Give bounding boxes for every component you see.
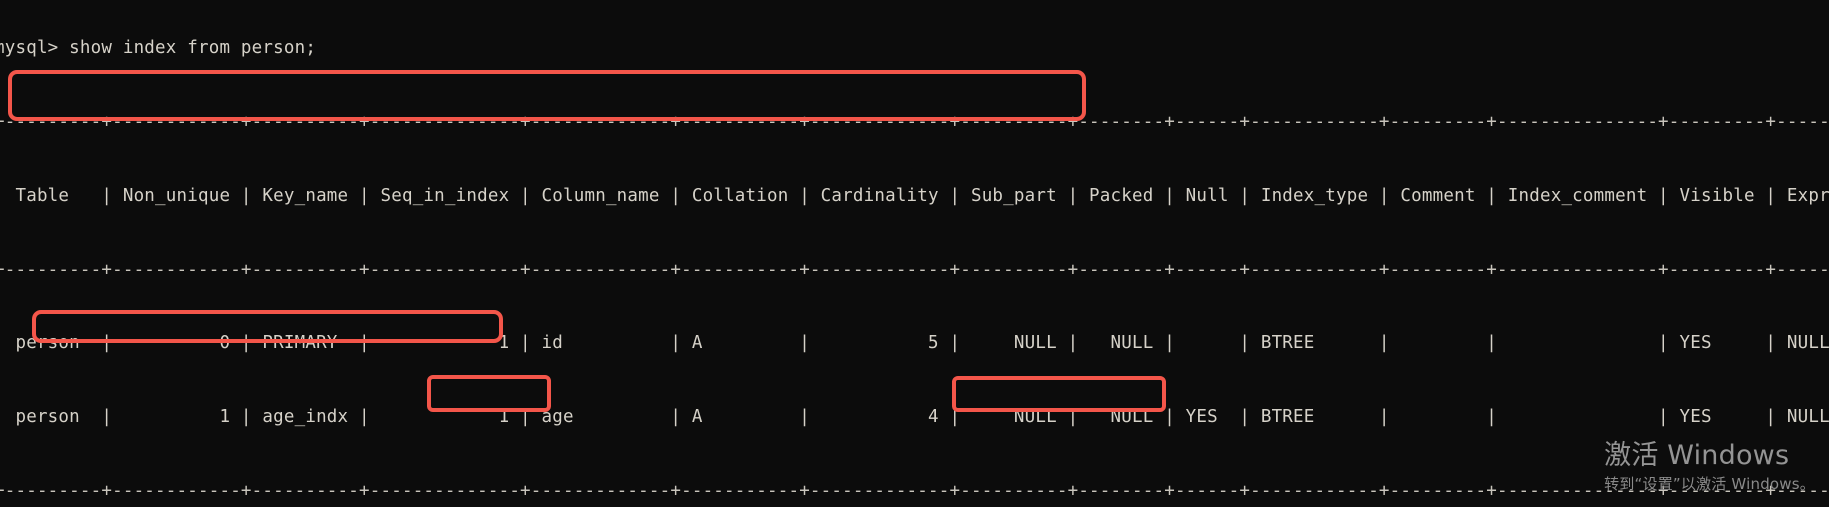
watermark-subtitle: 转到“设置”以激活 Windows。 <box>1604 475 1815 493</box>
terminal-line: | person | 0 | PRIMARY | 1 | id | A | 5 … <box>0 333 1829 354</box>
terminal-line: +---------+------------+----------+-----… <box>0 259 1829 280</box>
windows-activation-watermark: 激活 Windows 转到“设置”以激活 Windows。 <box>1604 439 1815 495</box>
terminal-window[interactable]: mysql> show index from person; +--------… <box>0 0 1829 507</box>
terminal-line: +---------+------------+----------+-----… <box>0 480 1829 501</box>
terminal-line: | person | 1 | age_indx | 1 | age | A | … <box>0 407 1829 428</box>
terminal-output: mysql> show index from person; +--------… <box>0 0 1829 507</box>
terminal-line: | Table | Non_unique | Key_name | Seq_in… <box>0 185 1829 206</box>
terminal-line: mysql> show index from person; <box>0 38 317 59</box>
watermark-title: 激活 Windows <box>1604 440 1790 471</box>
terminal-line: +---------+------------+----------+-----… <box>0 111 1829 132</box>
